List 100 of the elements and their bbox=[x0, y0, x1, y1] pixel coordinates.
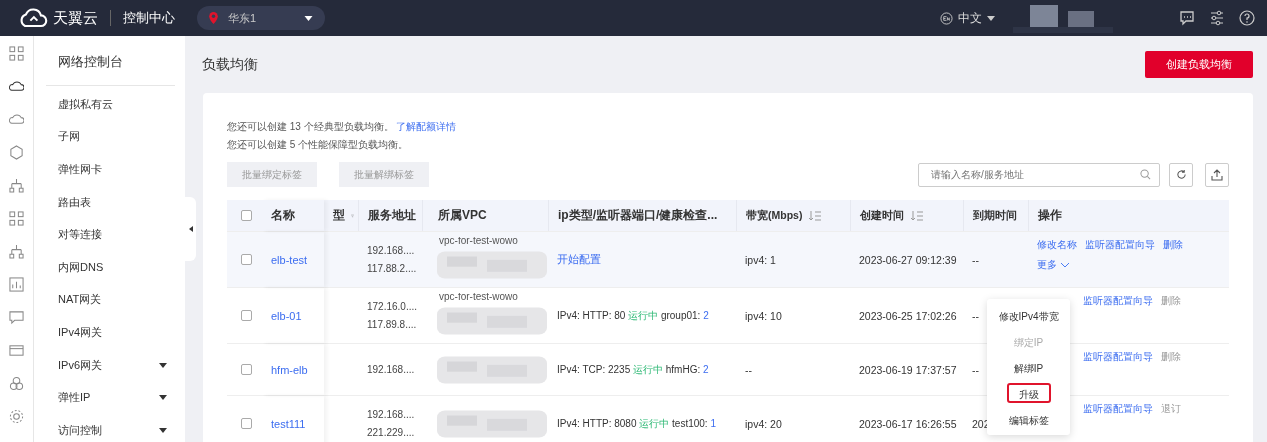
redaction-blur-icon bbox=[437, 304, 547, 338]
sidebar-item[interactable]: 访问控制 bbox=[46, 413, 175, 442]
bandwidth-value: ipv4: 1 bbox=[745, 253, 776, 266]
vpc-name: vpc-for-test-wowo bbox=[439, 237, 518, 248]
menu-item[interactable]: 升级 bbox=[1006, 383, 1051, 403]
create-button[interactable]: 创建负载均衡 bbox=[1145, 51, 1253, 78]
cloud-icon[interactable] bbox=[9, 79, 24, 94]
export-button[interactable] bbox=[1205, 162, 1229, 187]
refresh-icon bbox=[1175, 169, 1187, 180]
row-action-link[interactable]: 监听器配置向导 bbox=[1083, 402, 1153, 416]
brand-name: 天翼云 bbox=[53, 8, 98, 28]
chat-icon[interactable] bbox=[9, 310, 24, 325]
sidebar-item[interactable]: 路由表 bbox=[46, 185, 175, 219]
redacted-account-icon bbox=[1013, 3, 1113, 33]
sort-icon[interactable] bbox=[911, 210, 923, 221]
apps-icon[interactable] bbox=[9, 211, 24, 226]
column-header: 型 bbox=[333, 207, 345, 224]
caret-icon bbox=[159, 427, 167, 433]
listener-info: IPv4: HTTP: 8080 运行中 test100: 1 bbox=[557, 416, 716, 431]
row-checkbox[interactable] bbox=[241, 310, 252, 321]
help-icon[interactable] bbox=[1239, 10, 1255, 26]
message-icon[interactable] bbox=[1179, 10, 1195, 26]
caret-icon bbox=[159, 362, 167, 368]
service-address: 117.89.8.... bbox=[367, 319, 417, 330]
redaction-blur-icon bbox=[437, 248, 547, 282]
instance-name-link[interactable]: elb-01 bbox=[271, 309, 302, 322]
gear-icon[interactable] bbox=[9, 409, 24, 424]
instance-name-link[interactable]: test111 bbox=[271, 417, 306, 430]
vpc-name: vpc-for-test-wowo bbox=[439, 293, 518, 304]
bandwidth-value: -- bbox=[745, 363, 752, 376]
row-checkbox[interactable] bbox=[241, 364, 252, 375]
chevron-down-icon bbox=[1061, 262, 1069, 268]
instance-name-link[interactable]: elb-test bbox=[271, 253, 308, 266]
sidebar-item[interactable]: IPv4网关 bbox=[46, 316, 175, 349]
menu-item[interactable]: 修改IPv4带宽 bbox=[986, 305, 1071, 325]
card-icon[interactable] bbox=[9, 343, 24, 358]
column-header: 所属VPC bbox=[438, 207, 487, 224]
expiry-time: -- bbox=[972, 309, 979, 322]
row-action-link[interactable]: 监听器配置向导 bbox=[1083, 294, 1153, 308]
row-action-link[interactable]: 监听器配置向导 bbox=[1085, 238, 1155, 252]
column-header: 名称 bbox=[271, 207, 295, 224]
expiry-time: -- bbox=[972, 253, 979, 266]
page-title: 负载均衡 bbox=[202, 55, 258, 74]
service-address: 192.168.... bbox=[367, 409, 415, 420]
row-checkbox[interactable] bbox=[241, 418, 252, 429]
column-header: 操作 bbox=[1038, 207, 1062, 224]
region-selector[interactable]: 华东1 bbox=[197, 6, 325, 30]
language-selector[interactable]: 中文 bbox=[934, 8, 1001, 28]
chart-icon[interactable] bbox=[9, 277, 24, 292]
menu-item[interactable]: 编辑标签 bbox=[996, 409, 1061, 429]
route-icon[interactable] bbox=[9, 244, 24, 259]
created-time: 2023-06-27 09:12:39 bbox=[859, 253, 957, 266]
quota-notice: 您还可以创建 13 个经典型负载均衡。 了解配额详情 bbox=[227, 120, 457, 134]
globe-icon bbox=[940, 11, 953, 25]
listener-info: IPv4: HTTP: 80 运行中 group01: 2 bbox=[557, 308, 709, 323]
created-time: 2023-06-25 17:02:26 bbox=[859, 309, 957, 322]
column-header: ip类型/监听器端口/健康检查... bbox=[558, 207, 718, 224]
quota-link[interactable]: 了解配额详情 bbox=[395, 121, 456, 132]
created-time: 2023-06-19 17:37:57 bbox=[859, 363, 957, 376]
sidebar-item[interactable]: 虚拟私有云 bbox=[46, 88, 175, 121]
caret-icon bbox=[159, 395, 167, 401]
row-action-link[interactable]: 修改名称 bbox=[1037, 238, 1077, 252]
sidebar-title: 网络控制台 bbox=[46, 36, 175, 86]
column-header: 服务地址 bbox=[368, 207, 416, 224]
search-field[interactable]: 请输入名称/服务地址 bbox=[918, 162, 1160, 187]
location-pin-icon bbox=[209, 12, 218, 24]
column-header: 带宽(Mbps) bbox=[746, 208, 803, 223]
sidebar-item[interactable]: NAT网关 bbox=[46, 283, 175, 317]
refresh-button[interactable] bbox=[1169, 162, 1193, 187]
hex-icon[interactable] bbox=[9, 145, 24, 160]
sidebar-item[interactable]: 弹性IP bbox=[46, 381, 175, 414]
more-link[interactable]: 更多 bbox=[1037, 258, 1069, 272]
row-action-link[interactable]: 删除 bbox=[1163, 238, 1183, 252]
row-checkbox[interactable] bbox=[241, 254, 252, 265]
sidebar-item[interactable]: 弹性网卡 bbox=[46, 153, 175, 186]
settings-sliders-icon[interactable] bbox=[1209, 10, 1225, 26]
bandwidth-value: ipv4: 10 bbox=[745, 309, 782, 322]
row-action-link[interactable]: 监听器配置向导 bbox=[1083, 350, 1153, 364]
column-header: 到期时间 bbox=[973, 208, 1017, 223]
sort-icon[interactable] bbox=[809, 210, 822, 221]
created-time: 2023-06-17 16:26:55 bbox=[859, 417, 957, 430]
instance-name-link[interactable]: hfm-elb bbox=[271, 363, 308, 376]
quota-notice: 您还可以创建 5 个性能保障型负载均衡。 bbox=[227, 138, 410, 152]
sidebar-item[interactable]: 对等连接 bbox=[46, 218, 175, 251]
expiry-time: -- bbox=[972, 363, 979, 376]
listener-info: IPv4: TCP: 2235 运行中 hfmHG: 2 bbox=[557, 362, 709, 377]
menu-item[interactable]: 解绑IP bbox=[1001, 357, 1056, 377]
console-title: 控制中心 bbox=[123, 9, 175, 27]
tree-icon[interactable] bbox=[9, 178, 24, 193]
caret-icon bbox=[304, 15, 313, 21]
configure-link[interactable]: 开始配置 bbox=[557, 252, 601, 267]
sidebar-item[interactable]: IPv6网关 bbox=[46, 348, 175, 382]
upload-icon bbox=[1211, 168, 1223, 181]
rings-icon[interactable] bbox=[9, 376, 24, 391]
sidebar-item[interactable]: 子网 bbox=[46, 120, 175, 154]
service-address: 192.168.... bbox=[367, 364, 415, 375]
grid-icon[interactable] bbox=[9, 46, 24, 61]
select-all-checkbox[interactable] bbox=[241, 210, 252, 221]
sidebar-item[interactable]: 内网DNS bbox=[46, 250, 175, 284]
collapse-handle[interactable] bbox=[185, 197, 196, 261]
